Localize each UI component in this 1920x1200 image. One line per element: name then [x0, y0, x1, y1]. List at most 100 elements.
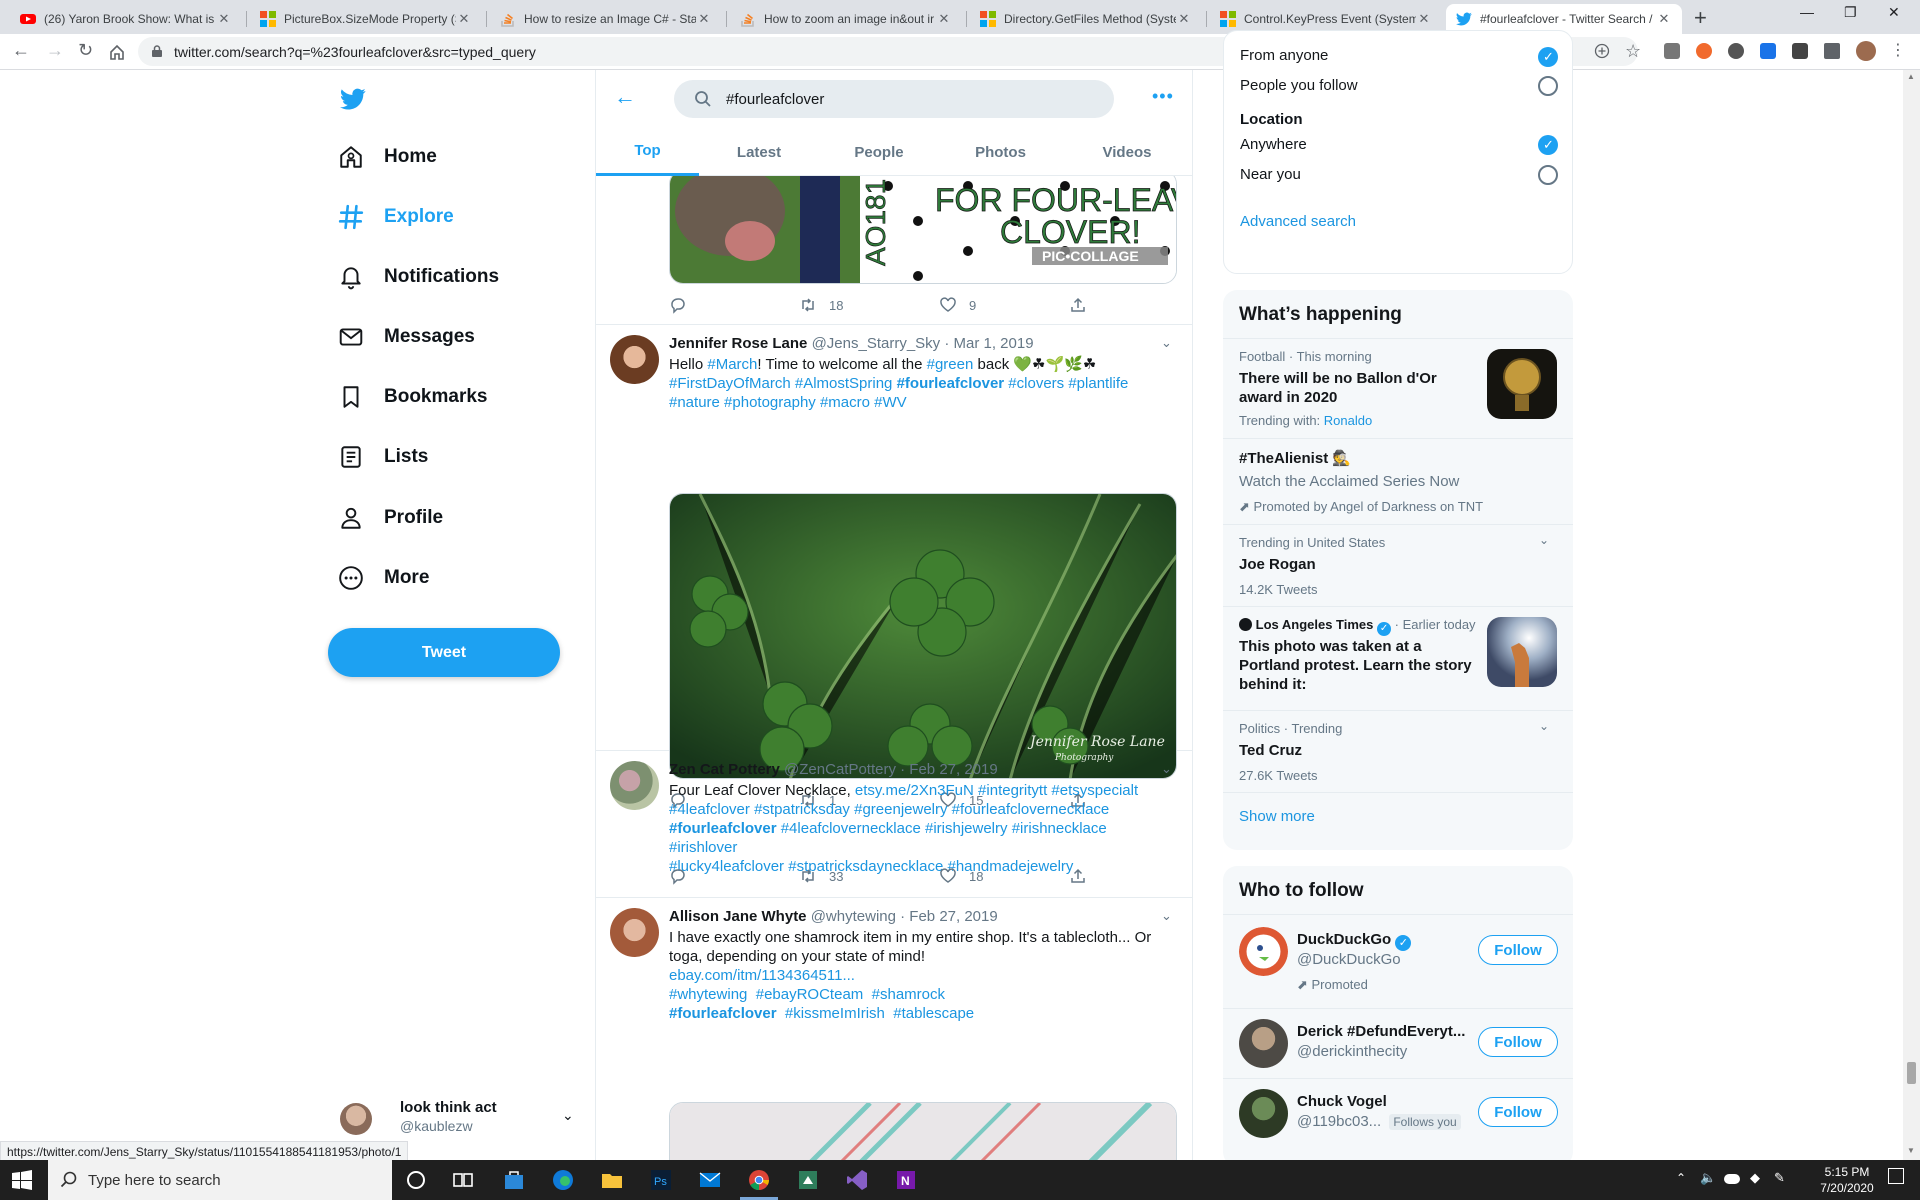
- external-link[interactable]: etsy.me/2Xn3FuN: [855, 782, 974, 799]
- author-name[interactable]: Zen Cat Pottery: [669, 761, 780, 778]
- close-icon[interactable]: ✕: [1656, 11, 1672, 27]
- radio-unchecked[interactable]: [1538, 165, 1558, 185]
- nav-item-profile[interactable]: Profile: [338, 494, 443, 542]
- browser-tab[interactable]: (26) Yaron Brook Show: What is C ✕: [10, 4, 242, 34]
- more-options-icon[interactable]: •••: [1152, 86, 1174, 107]
- author-handle[interactable]: @whytewing: [811, 908, 896, 925]
- new-tab-button[interactable]: +: [1694, 5, 1707, 31]
- twitter-logo-icon[interactable]: [338, 86, 368, 112]
- hashtag-link[interactable]: #AlmostSpring: [795, 375, 893, 392]
- share-button[interactable]: [1069, 867, 1099, 885]
- hashtag-link[interactable]: #whytewing: [669, 986, 747, 1003]
- tweet-image[interactable]: [669, 1102, 1177, 1160]
- scroll-thumb[interactable]: [1907, 1062, 1916, 1084]
- trend-item[interactable]: Politics · Trending ⌄ Ted Cruz 27.6K Twe…: [1223, 710, 1573, 792]
- hashtag-link[interactable]: #fourleafclover: [897, 375, 1005, 392]
- hashtag-link[interactable]: #4leafclover: [669, 801, 750, 818]
- hashtag-link[interactable]: #FirstDayOfMarch: [669, 375, 791, 392]
- photoshop-icon[interactable]: Ps: [649, 1168, 673, 1192]
- onedrive-icon[interactable]: [1724, 1174, 1740, 1184]
- tweet[interactable]: Allison Jane Whyte @whytewing · Feb 27, …: [596, 898, 1192, 1160]
- puzzle-icon[interactable]: [1824, 43, 1840, 59]
- hashtag-link[interactable]: #etsyspecialt: [1051, 782, 1138, 799]
- hashtag-link[interactable]: #March: [707, 356, 757, 373]
- hashtag-link[interactable]: #fourleafclover: [669, 1005, 777, 1022]
- chevron-down-icon[interactable]: ⌄: [1161, 761, 1172, 777]
- tab-videos[interactable]: Videos: [1062, 128, 1192, 176]
- task-view-icon[interactable]: [451, 1168, 475, 1192]
- hashtag-link[interactable]: #integritytt: [978, 782, 1047, 799]
- extension-orange-icon[interactable]: [1696, 43, 1712, 59]
- author-name[interactable]: Jennifer Rose Lane: [669, 335, 807, 352]
- show-more-row[interactable]: Show more: [1223, 792, 1573, 850]
- browser-tab[interactable]: PictureBox.SizeMode Property (S ✕: [250, 4, 482, 34]
- retweet-button[interactable]: 33: [799, 867, 843, 885]
- tweet[interactable]: Zen Cat Pottery @ZenCatPottery · Feb 27,…: [596, 751, 1192, 898]
- like-button[interactable]: 9: [939, 296, 976, 314]
- window-close-button[interactable]: ✕: [1888, 4, 1900, 21]
- nav-item-bookmarks[interactable]: Bookmarks: [338, 373, 488, 421]
- trend-link[interactable]: Ronaldo: [1324, 413, 1372, 428]
- hashtag-link[interactable]: #nature: [669, 394, 720, 411]
- hashtag-link[interactable]: #irishjewelry: [925, 820, 1008, 837]
- chevron-down-icon[interactable]: ⌄: [1539, 719, 1549, 733]
- close-icon[interactable]: ✕: [216, 11, 232, 27]
- share-button[interactable]: [1069, 296, 1099, 314]
- follow-suggestion[interactable]: Derick #DefundEveryt... @derickinthecity…: [1223, 1008, 1573, 1078]
- star-icon[interactable]: ☆: [1625, 41, 1643, 61]
- reply-button[interactable]: [669, 296, 699, 314]
- trend-item-news[interactable]: Los Angeles Times ✓ · Earlier today This…: [1223, 606, 1573, 710]
- close-icon[interactable]: ✕: [1176, 11, 1192, 27]
- close-icon[interactable]: ✕: [936, 11, 952, 27]
- scroll-down-arrow[interactable]: ▼: [1907, 1146, 1915, 1155]
- tweet-date[interactable]: · Mar 1, 2019: [944, 335, 1033, 352]
- mail-icon[interactable]: [698, 1168, 722, 1192]
- nav-item-messages[interactable]: Messages: [338, 313, 475, 361]
- nav-item-explore[interactable]: Explore: [338, 193, 454, 241]
- search-bar[interactable]: [674, 80, 1114, 118]
- hashtag-link[interactable]: #greenjewelry: [854, 801, 947, 818]
- avatar[interactable]: [610, 908, 659, 957]
- hashtag-link[interactable]: #clovers: [1008, 375, 1064, 392]
- show-more-link[interactable]: Show more: [1239, 807, 1315, 826]
- tab-top[interactable]: Top: [596, 128, 699, 176]
- visual-studio-icon[interactable]: [845, 1168, 869, 1192]
- trend-item[interactable]: Football · This morning There will be no…: [1223, 338, 1573, 438]
- scroll-up-arrow[interactable]: ▲: [1907, 72, 1915, 81]
- follow-suggestion[interactable]: DuckDuckGo ✓ @DuckDuckGo ⬈ Promoted Foll…: [1223, 914, 1573, 1008]
- tab-latest[interactable]: Latest: [699, 128, 819, 176]
- author-name[interactable]: Allison Jane Whyte: [669, 908, 807, 925]
- hashtag-link[interactable]: #tablescape: [893, 1005, 974, 1022]
- pen-icon[interactable]: ✎: [1774, 1170, 1785, 1186]
- filter-anywhere[interactable]: Anywhere: [1240, 135, 1558, 155]
- tweet-image[interactable]: Jennifer Rose Lane Photography: [669, 493, 1177, 779]
- radio-unchecked[interactable]: [1538, 76, 1558, 96]
- hashtag-link[interactable]: #kissmeImIrish: [785, 1005, 885, 1022]
- extension-dark-icon[interactable]: [1792, 43, 1808, 59]
- tab-photos[interactable]: Photos: [939, 128, 1062, 176]
- filter-from-anyone[interactable]: From anyone: [1240, 47, 1558, 67]
- home-page-icon[interactable]: [108, 43, 126, 61]
- follow-button[interactable]: Follow: [1478, 1027, 1558, 1057]
- menu-dots-icon[interactable]: ⋮: [1890, 40, 1906, 59]
- extension-blue-icon[interactable]: [1760, 43, 1776, 59]
- dropbox-icon[interactable]: ◆: [1750, 1170, 1760, 1186]
- avatar[interactable]: [610, 335, 659, 384]
- taskbar-search-box[interactable]: Type here to search: [48, 1160, 392, 1200]
- chrome-icon[interactable]: [747, 1168, 771, 1192]
- tab-people[interactable]: People: [819, 128, 939, 176]
- close-icon[interactable]: ✕: [1416, 11, 1432, 27]
- chevron-down-icon[interactable]: ⌄: [1539, 533, 1549, 547]
- like-button[interactable]: 18: [939, 867, 983, 885]
- follow-suggestion[interactable]: Chuck Vogel @119bc03... Follows you Foll…: [1223, 1078, 1573, 1148]
- retweet-button[interactable]: 18: [799, 296, 843, 314]
- hashtag-link[interactable]: #photography: [724, 394, 816, 411]
- hashtag-link[interactable]: #irishlover: [669, 839, 737, 856]
- hashtag-link[interactable]: #fourleafclovernecklace: [952, 801, 1110, 818]
- nav-item-notifications[interactable]: Notifications: [338, 253, 499, 301]
- notification-center-icon[interactable]: [1888, 1168, 1904, 1184]
- browser-tab[interactable]: How to zoom an image in&out ir ✕: [730, 4, 962, 34]
- chevron-down-icon[interactable]: ⌄: [1161, 335, 1172, 351]
- account-switcher[interactable]: look think act @kaublezw ⌄: [340, 1099, 580, 1143]
- app-icon[interactable]: [796, 1168, 820, 1192]
